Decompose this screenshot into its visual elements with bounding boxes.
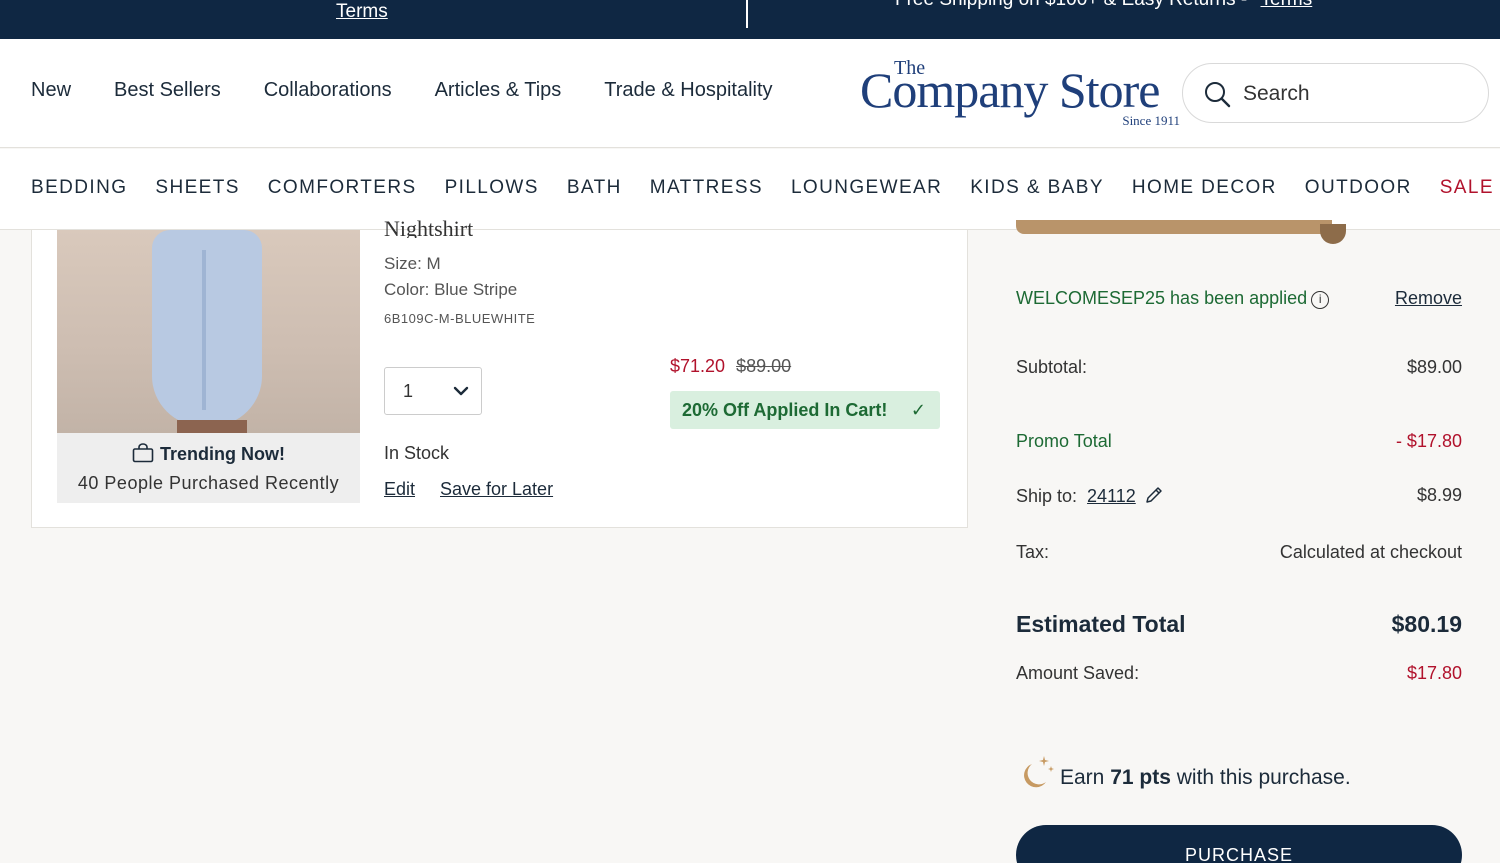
stock-status: In Stock	[384, 443, 450, 463]
cat-sheets[interactable]: SHEETS	[155, 177, 239, 199]
progress-knob	[1320, 224, 1346, 244]
quantity-select[interactable]: 1	[384, 367, 482, 415]
cat-sale[interactable]: SALE	[1440, 177, 1494, 199]
coupon-row: WELCOMESEP25 has been applied i Remove	[1016, 288, 1462, 309]
nav-collaborations[interactable]: Collaborations	[264, 79, 392, 102]
free-shipping-message: Free Shipping on $100+ & Easy Returns - …	[895, 0, 1312, 12]
product-size: Size: M	[384, 254, 441, 273]
nav-trade-hospitality[interactable]: Trade & Hospitality	[604, 79, 772, 102]
moon-stars-icon	[1024, 756, 1054, 788]
coupon-text: WELCOMESEP25 has been applied	[1016, 288, 1308, 308]
amount-saved-value: $17.80	[1406, 663, 1462, 683]
category-nav: BEDDING SHEETS COMFORTERS PILLOWS BATH M…	[0, 149, 1500, 230]
rewards-points-message: Earn 71 pts with this purchase.	[1016, 752, 1351, 792]
cat-bath[interactable]: BATH	[567, 177, 622, 199]
promo-applied-badge: 20% Off Applied In Cart! ✓	[670, 391, 940, 429]
promo-badge-text: 20% Off Applied In Cart!	[682, 400, 888, 420]
ship-to-label: Ship to:	[1016, 486, 1078, 506]
check-icon: ✓	[910, 400, 926, 420]
promo-divider	[746, 0, 748, 28]
shipping-terms-link[interactable]: Terms	[1261, 0, 1313, 10]
cat-kids-baby[interactable]: KIDS & BABY	[970, 177, 1104, 199]
points-suffix: with this purchase.	[1176, 766, 1351, 789]
save-for-later-link[interactable]: Save for Later	[440, 479, 553, 500]
subtotal-label: Subtotal:	[1016, 357, 1088, 377]
search-input[interactable]	[1243, 78, 1473, 110]
cat-mattress[interactable]: MATTRESS	[650, 177, 763, 199]
original-price: $89.00	[736, 356, 792, 376]
promo-total-label: Promo Total	[1016, 431, 1112, 451]
tax-row: Tax: Calculated at checkout	[1016, 542, 1462, 563]
nav-articles-tips[interactable]: Articles & Tips	[435, 79, 562, 102]
product-sku: 6B109C-M-BLUEWHITE	[384, 311, 536, 326]
quantity-value: 1	[403, 381, 414, 401]
product-image[interactable]	[57, 230, 360, 433]
cat-pillows[interactable]: PILLOWS	[445, 177, 539, 199]
pencil-icon[interactable]	[1144, 485, 1164, 505]
cart-item-card: Trending Now! 40 People Purchased Recent…	[31, 216, 968, 528]
product-color: Color: Blue Stripe	[384, 280, 518, 299]
trending-subtitle: 40 People Purchased Recently	[77, 473, 340, 493]
shipping-value: $8.99	[1416, 485, 1462, 505]
trending-title: Trending Now!	[160, 444, 285, 464]
points-prefix: Earn	[1060, 766, 1105, 789]
promo-bar: Terms Free Shipping on $100+ & Easy Retu…	[0, 0, 1500, 39]
edit-link[interactable]: Edit	[384, 479, 415, 500]
estimated-total-value: $80.19	[1391, 611, 1462, 637]
estimated-total-row: Estimated Total $80.19	[1016, 611, 1462, 638]
search-icon	[1205, 82, 1231, 108]
sale-price: $71.20	[670, 356, 726, 376]
top-nav: New Best Sellers Collaborations Articles…	[31, 79, 816, 102]
remove-coupon-link[interactable]: Remove	[1395, 288, 1462, 309]
nightshirt-placket	[202, 250, 206, 410]
site-header: New Best Sellers Collaborations Articles…	[0, 39, 1500, 148]
promo-total-row: Promo Total - $17.80	[1016, 431, 1462, 452]
subtotal-value: $89.00	[1406, 357, 1462, 377]
tax-value: Calculated at checkout	[1279, 542, 1462, 562]
trending-title-row: Trending Now!	[57, 443, 360, 465]
nav-new[interactable]: New	[31, 79, 71, 102]
promo-total-value: - $17.80	[1395, 431, 1462, 451]
model-legs	[177, 420, 247, 433]
cat-comforters[interactable]: COMFORTERS	[268, 177, 417, 199]
logo-since: Since 1911	[1122, 113, 1180, 128]
trending-box: Trending Now! 40 People Purchased Recent…	[57, 433, 360, 503]
cat-home-decor[interactable]: HOME DECOR	[1132, 177, 1277, 199]
chevron-down-icon	[453, 386, 469, 396]
company-store-logo[interactable]: The Company Store Since 1911	[860, 57, 1182, 129]
points-value: 71 pts	[1110, 766, 1171, 789]
cat-loungewear[interactable]: LOUNGEWEAR	[791, 177, 942, 199]
logo-main: Company Store	[860, 62, 1160, 118]
purchase-button[interactable]: PURCHASE	[1016, 825, 1462, 863]
search-box[interactable]	[1182, 63, 1489, 123]
info-icon[interactable]: i	[1311, 291, 1330, 309]
amount-saved-label: Amount Saved:	[1016, 663, 1140, 683]
shopping-bag-icon	[132, 443, 154, 463]
product-name[interactable]: Nightshirt	[384, 216, 473, 238]
rewards-progress-bar	[1016, 220, 1332, 234]
subtotal-row: Subtotal: $89.00	[1016, 357, 1462, 378]
price-row: $71.20 $89.00	[670, 356, 791, 377]
model-nightshirt	[152, 230, 262, 426]
order-summary: WELCOMESEP25 has been applied i Remove Su…	[1016, 220, 1462, 863]
free-shipping-text: Free Shipping on $100+ & Easy Returns -	[895, 0, 1247, 10]
cat-outdoor[interactable]: OUTDOOR	[1305, 177, 1412, 199]
cat-bedding[interactable]: BEDDING	[31, 177, 127, 199]
amount-saved-row: Amount Saved: $17.80	[1016, 663, 1462, 684]
nav-best-sellers[interactable]: Best Sellers	[114, 79, 221, 102]
tax-label: Tax:	[1016, 542, 1050, 562]
estimated-total-label: Estimated Total	[1016, 611, 1186, 637]
ship-to-row: Ship to: 24112 $8.99	[1016, 485, 1462, 507]
ship-zip-link[interactable]: 24112	[1087, 486, 1136, 506]
terms-link[interactable]: Terms	[336, 0, 388, 24]
